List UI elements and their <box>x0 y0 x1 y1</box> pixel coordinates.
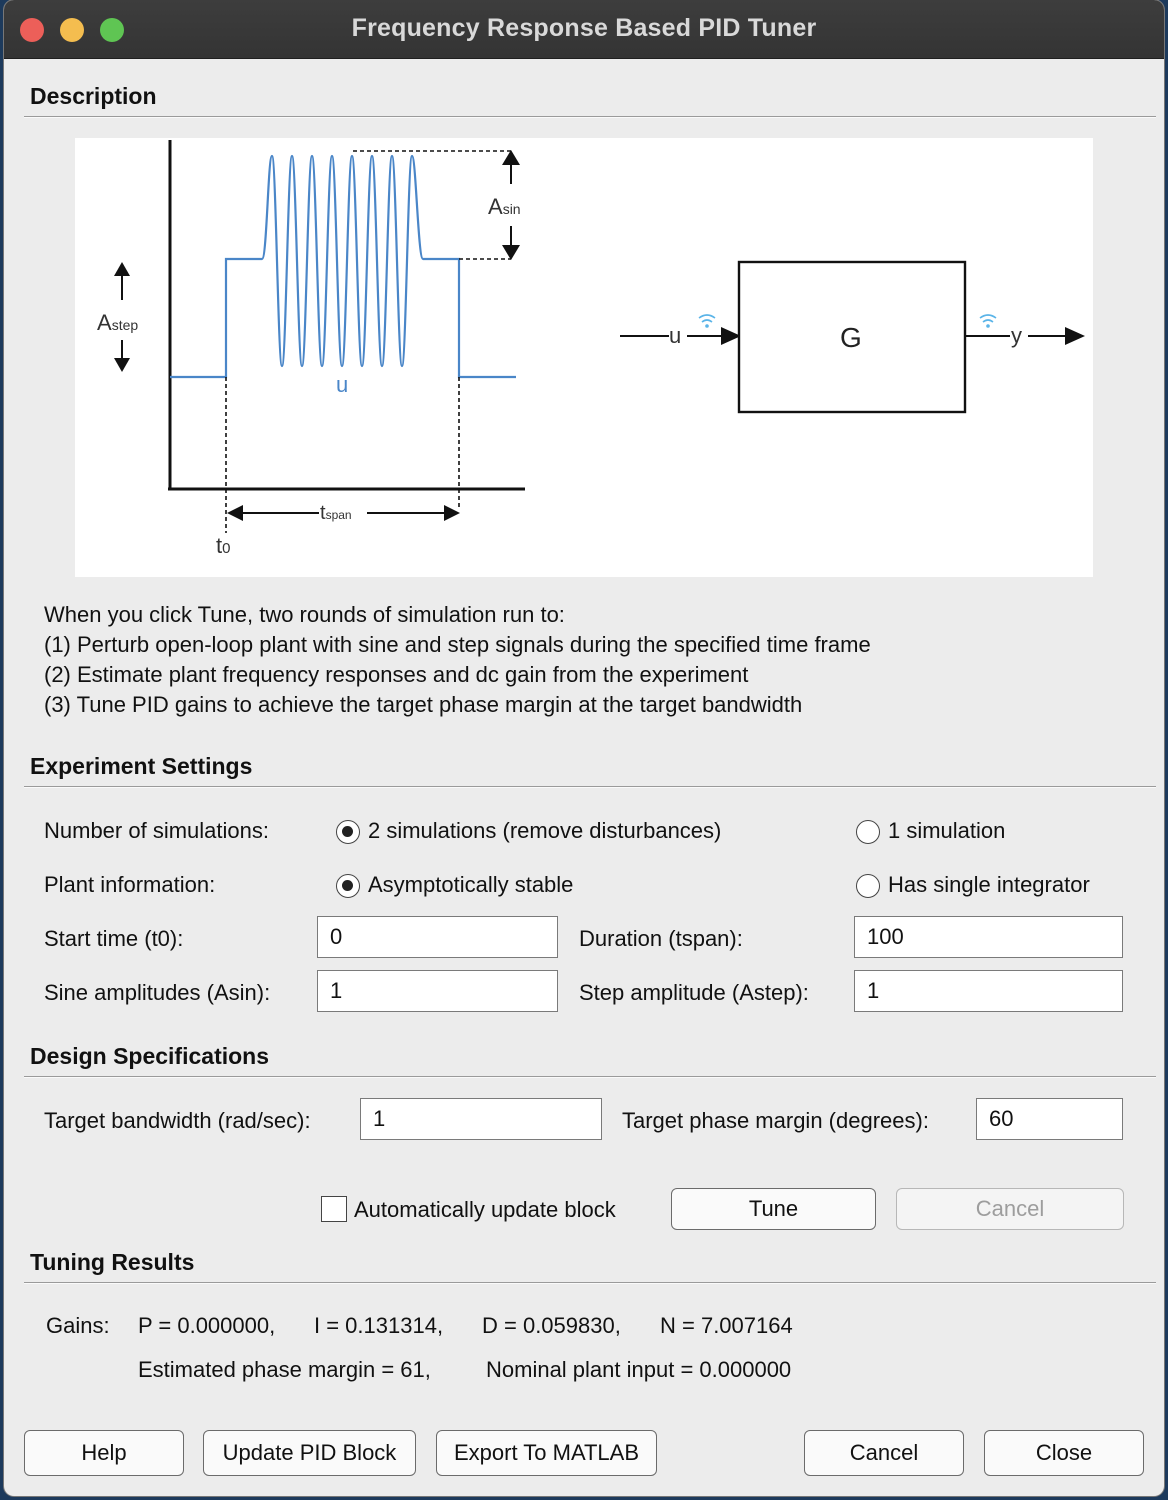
start-time-input[interactable] <box>317 916 558 958</box>
description-line: (3) Tune PID gains to achieve the target… <box>44 692 803 717</box>
asin-arrow-up-head <box>502 150 520 165</box>
astep-arrow-down-head <box>114 358 130 372</box>
step-amplitude-label: Step amplitude (Astep): <box>579 980 809 1005</box>
output-arrow-head <box>1065 327 1085 345</box>
sine-amplitude-label: Sine amplitudes (Asin): <box>44 980 271 1005</box>
gain-n-value: N = 7.007164 <box>660 1313 793 1338</box>
plant-block-label: G <box>840 322 862 353</box>
output-label: y <box>1011 323 1022 348</box>
plant-info-label: Plant information: <box>44 872 216 897</box>
asymptotically-stable-label[interactable]: Asymptotically stable <box>368 872 573 898</box>
close-button[interactable]: Close <box>984 1430 1144 1476</box>
target-phase-margin-input[interactable] <box>976 1098 1123 1140</box>
description-heading: Description <box>30 83 157 109</box>
astep-label: Astep <box>97 310 138 335</box>
asymptotically-stable-radio[interactable] <box>336 874 360 898</box>
two-simulations-radio[interactable] <box>336 820 360 844</box>
pid-tuner-window: Frequency Response Based PID Tuner Descr… <box>4 0 1164 1496</box>
duration-label: Duration (tspan): <box>579 926 743 951</box>
estimated-phase-margin: Estimated phase margin = 61, <box>138 1357 431 1382</box>
experiment-settings-heading: Experiment Settings <box>30 753 253 779</box>
cancel-button[interactable]: Cancel <box>804 1430 964 1476</box>
tune-cancel-button[interactable]: Cancel <box>896 1188 1124 1230</box>
tune-button[interactable]: Tune <box>671 1188 876 1230</box>
auto-update-label[interactable]: Automatically update block <box>354 1197 616 1223</box>
experiment-divider <box>24 786 1156 788</box>
update-pid-block-button[interactable]: Update PID Block <box>203 1430 416 1476</box>
description-text: When you click Tune, two rounds of simul… <box>44 600 871 720</box>
gain-p-value: P = 0.000000, <box>138 1313 276 1338</box>
single-integrator-label[interactable]: Has single integrator <box>888 872 1090 898</box>
design-divider <box>24 1076 1156 1078</box>
asin-arrow-down-head <box>502 245 520 260</box>
wifi-icon <box>698 314 716 328</box>
description-line: (1) Perturb open-loop plant with sine an… <box>44 632 871 657</box>
num-simulations-label: Number of simulations: <box>44 818 269 843</box>
tuning-results-heading: Tuning Results <box>30 1249 195 1275</box>
title-bar: Frequency Response Based PID Tuner <box>4 0 1164 59</box>
t0-label: t0 <box>216 533 230 558</box>
description-divider <box>24 116 1156 118</box>
experiment-diagram: Asin Astep u tspan t0 u G y <box>75 138 1093 577</box>
help-button[interactable]: Help <box>24 1430 184 1476</box>
input-label: u <box>669 323 681 348</box>
tspan-arrow-right-head <box>444 505 460 521</box>
export-to-matlab-button[interactable]: Export To MATLAB <box>436 1430 657 1476</box>
start-time-label: Start time (t0): <box>44 926 184 951</box>
gain-i-value: I = 0.131314, <box>314 1313 444 1338</box>
gains-label: Gains: <box>46 1313 110 1338</box>
description-line: (2) Estimate plant frequency responses a… <box>44 662 749 687</box>
astep-arrow-up-head <box>114 262 130 276</box>
target-bandwidth-label: Target bandwidth (rad/sec): <box>44 1108 311 1133</box>
auto-update-checkbox[interactable] <box>321 1196 347 1222</box>
two-simulations-label[interactable]: 2 simulations (remove disturbances) <box>368 818 721 844</box>
wifi-icon-output <box>979 314 997 328</box>
target-phase-margin-label: Target phase margin (degrees): <box>622 1108 929 1133</box>
tspan-arrow-left-head <box>227 505 243 521</box>
step-amplitude-input[interactable] <box>854 970 1123 1012</box>
description-line: When you click Tune, two rounds of simul… <box>44 602 565 627</box>
single-integrator-radio[interactable] <box>856 874 880 898</box>
perturbation-signal <box>170 154 516 379</box>
u-signal-label: u <box>336 372 348 397</box>
results-divider <box>24 1282 1156 1284</box>
gain-d-value: D = 0.059830, <box>482 1313 621 1338</box>
one-simulation-radio[interactable] <box>856 820 880 844</box>
nominal-plant-input: Nominal plant input = 0.000000 <box>486 1357 792 1382</box>
window-title: Frequency Response Based PID Tuner <box>351 14 817 42</box>
duration-input[interactable] <box>854 916 1123 958</box>
one-simulation-label[interactable]: 1 simulation <box>888 818 1005 844</box>
design-specs-heading: Design Specifications <box>30 1043 270 1069</box>
sine-amplitude-input[interactable] <box>317 970 558 1012</box>
target-bandwidth-input[interactable] <box>360 1098 602 1140</box>
asin-label: Asin <box>488 194 521 219</box>
diagram-svg: Asin Astep u tspan t0 u G y <box>97 140 1085 558</box>
